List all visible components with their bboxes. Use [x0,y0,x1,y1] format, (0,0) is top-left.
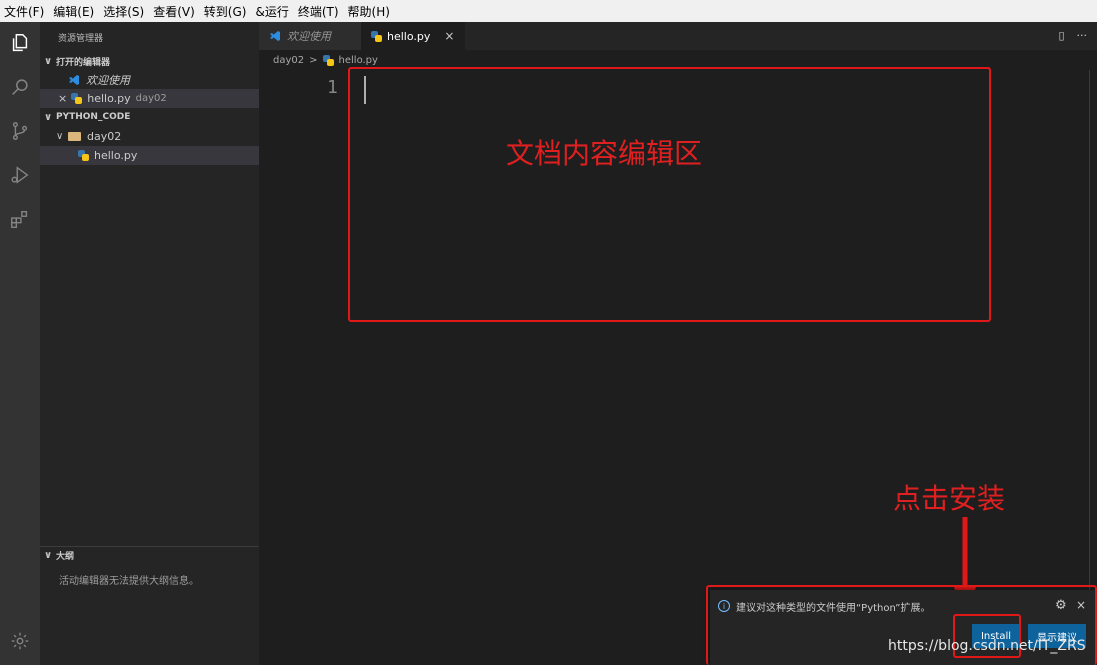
run-debug-icon[interactable] [8,163,32,187]
python-file-icon [78,150,89,161]
watermark-text: https://blog.csdn.net/IT_ZRS [888,638,1086,654]
chevron-down-icon: ∨ [44,55,53,67]
outline-label: 大纲 [56,552,75,562]
python-file-icon [371,30,382,42]
vscode-logo-icon [269,30,281,42]
menu-help[interactable]: 帮助(H) [348,3,390,20]
open-editor-label: hello.py [87,92,131,105]
tab-close-icon[interactable]: × [444,29,454,43]
sidebar-title: 资源管理器 [58,34,104,44]
tab-bar: 欢迎使用 hello.py × ▯ ··· [259,22,1097,50]
menu-selection[interactable]: 选择(S) [103,3,144,20]
open-editors-label: 打开的编辑器 [56,57,111,68]
chevron-down-icon: ∨ [44,550,53,561]
menu-edit[interactable]: 编辑(E) [53,3,94,20]
menu-terminal[interactable]: 终端(T) [298,3,339,20]
extensions-icon[interactable] [8,207,32,231]
open-editors-header[interactable]: ∨ 打开的编辑器 [40,52,259,70]
breadcrumb: day02 > hello.py [273,53,378,67]
explorer-icon[interactable] [8,31,32,55]
python-file-icon [71,93,83,104]
menu-run[interactable]: &运行 [255,3,288,20]
chevron-down-icon: ∨ [44,111,53,123]
workspace-header[interactable]: ∨ PYTHON_CODE [40,108,259,126]
split-editor-icon[interactable]: ▯ [1058,29,1064,42]
open-editor-folder: day02 [135,93,167,104]
search-icon[interactable] [8,75,32,99]
edit-area-annotation: 文档内容编辑区 [506,137,703,170]
edit-area-highlight-box [348,67,991,322]
tree-file-label: hello.py [94,149,138,162]
settings-gear-icon[interactable] [8,629,32,653]
more-actions-icon[interactable]: ··· [1077,29,1088,42]
tree-file-hello[interactable]: hello.py [40,146,259,165]
open-editor-label: 欢迎使用 [86,73,130,87]
menu-bar: 文件(F) 编辑(E) 选择(S) 查看(V) 转到(G) &运行 终端(T) … [0,0,1097,22]
menu-go[interactable]: 转到(G) [204,3,247,20]
python-file-icon [322,54,334,66]
workspace-label: PYTHON_CODE [56,112,131,122]
breadcrumb-file[interactable]: hello.py [339,55,378,66]
close-icon[interactable]: × [58,92,67,105]
chevron-down-icon: ∨ [56,131,64,142]
vscode-logo-icon [68,74,80,86]
install-annotation: 点击安装 [893,482,1006,515]
tab-welcome[interactable]: 欢迎使用 [259,22,361,50]
editor-actions: ▯ ··· [1058,29,1087,42]
menu-file[interactable]: 文件(F) [4,3,44,20]
tree-folder-day02[interactable]: ∨ day02 [40,127,259,146]
menu-view[interactable]: 查看(V) [153,3,195,20]
activity-bar [0,22,40,665]
tab-label: 欢迎使用 [287,30,331,43]
source-control-icon[interactable] [8,119,32,143]
outline-message: 活动编辑器无法提供大纲信息。 [59,576,199,587]
breadcrumb-folder[interactable]: day02 [273,55,304,66]
folder-open-icon [68,132,81,141]
line-number: 1 [327,77,338,98]
editor-scrollbar[interactable] [1089,70,1090,665]
tab-hello-py[interactable]: hello.py × [361,22,465,50]
tree-folder-label: day02 [87,130,122,143]
tab-label: hello.py [387,29,431,43]
open-editor-welcome[interactable]: 欢迎使用 [40,70,259,89]
breadcrumb-separator: > [309,54,318,66]
outline-header[interactable]: ∨ 大纲 [40,546,259,564]
explorer-sidebar: 资源管理器 ∨ 打开的编辑器 欢迎使用 × hello.py day02 ∨ P… [40,22,259,665]
open-editor-hello[interactable]: × hello.py day02 [40,89,259,108]
